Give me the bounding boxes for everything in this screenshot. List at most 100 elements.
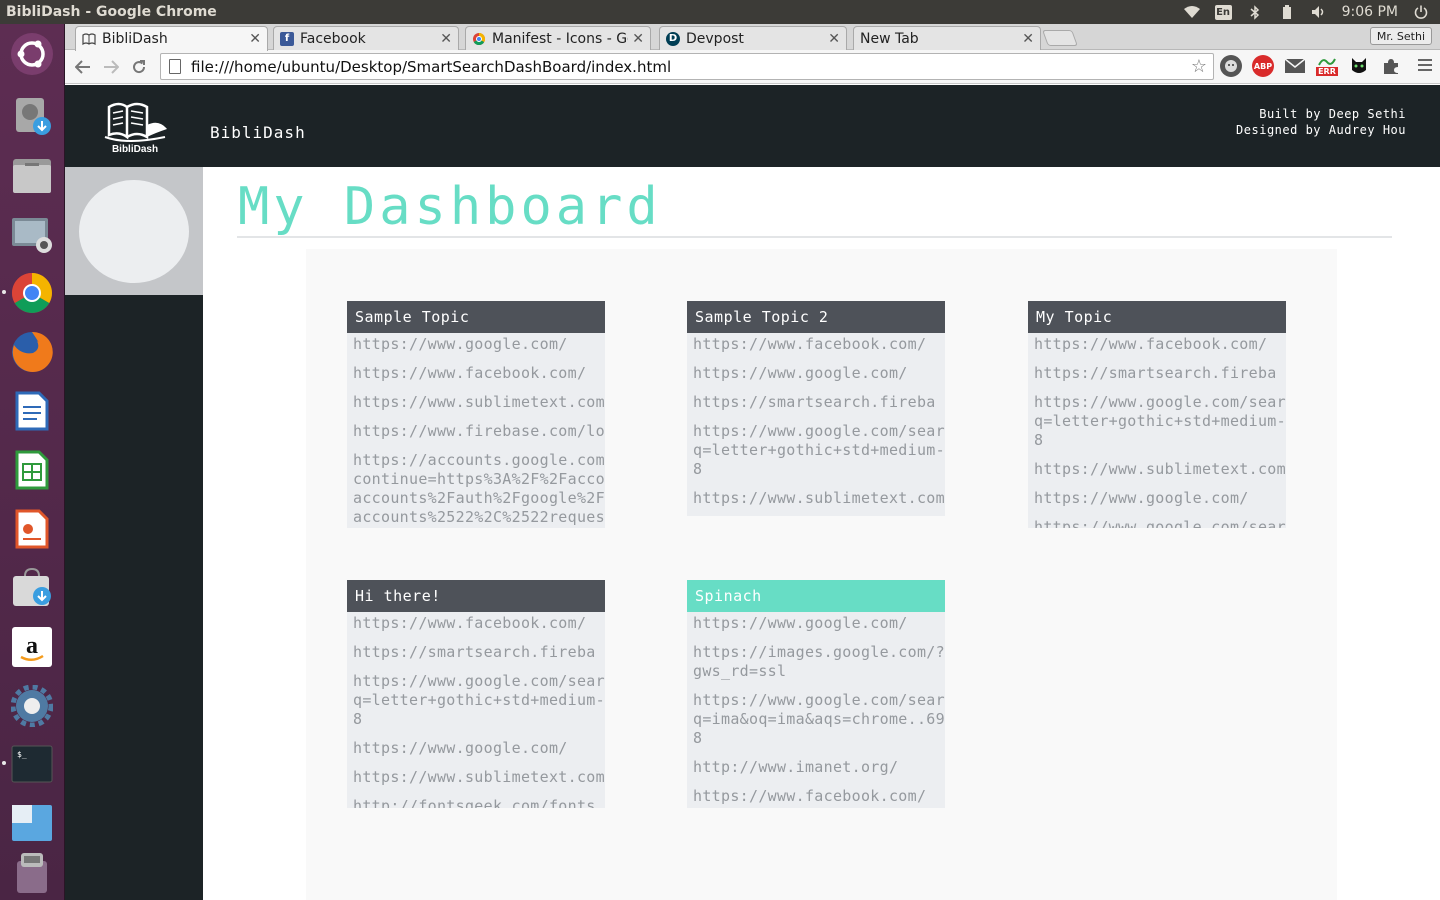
topic-link[interactable]: https://www.google.com/: [1028, 489, 1286, 518]
biblidash-logo[interactable]: BibliDash: [103, 99, 169, 157]
new-tab-button[interactable]: [1042, 30, 1078, 46]
topic-card-title[interactable]: Hi there!: [347, 580, 605, 612]
avatar-container: [65, 167, 203, 295]
reload-button[interactable]: [125, 53, 153, 81]
address-bar[interactable]: file:///home/ubuntu/Desktop/SmartSearchD…: [160, 53, 1214, 80]
close-icon[interactable]: ✕: [249, 31, 261, 47]
topic-link[interactable]: https://www.facebook.com/: [687, 787, 945, 808]
topic-link[interactable]: https://images.google.com/? gws_rd=ssl: [687, 643, 945, 691]
forward-button[interactable]: [97, 53, 125, 81]
power-icon[interactable]: [1412, 4, 1430, 20]
book-icon: [82, 32, 96, 46]
impress-icon[interactable]: [9, 506, 55, 552]
topic-link[interactable]: https://www.google.com/sear q=ima&oq=ima…: [687, 691, 945, 758]
reload-icon: [133, 59, 146, 73]
adblock-icon[interactable]: ABP: [1252, 55, 1274, 77]
topic-link[interactable]: https://www.google.com/sear q=letter+got…: [1028, 393, 1286, 460]
volume-icon[interactable]: [1310, 4, 1328, 20]
topic-link[interactable]: https://smartsearch.fireba: [687, 393, 945, 422]
calc-icon[interactable]: [9, 447, 55, 493]
topic-card-title[interactable]: Sample Topic: [347, 301, 605, 333]
cat-extension-icon[interactable]: [1348, 55, 1370, 77]
topic-link[interactable]: https://smartsearch.fireba: [1028, 364, 1286, 393]
topic-link[interactable]: https://www.sublimetext.com: [687, 489, 945, 516]
close-icon[interactable]: ✕: [828, 31, 840, 47]
topic-link[interactable]: https://www.sublimetext.com: [1028, 460, 1286, 489]
topic-link[interactable]: http://fontsgeek.com/fonts: [347, 797, 605, 808]
topic-card-title[interactable]: Spinach: [687, 580, 945, 612]
close-icon[interactable]: ✕: [1022, 31, 1034, 47]
tab-manifest-icons[interactable]: Manifest - Icons - Goo ✕: [465, 26, 651, 50]
error-extension-icon[interactable]: ERR: [1316, 55, 1338, 77]
topic-link[interactable]: https://www.google.com/sear q=letter+got…: [687, 422, 945, 489]
trash-icon[interactable]: [9, 850, 55, 896]
topic-link[interactable]: https://www.google.com/: [687, 364, 945, 393]
topic-link[interactable]: https://www.google.com/sear: [1028, 518, 1286, 528]
bookmark-star-icon[interactable]: ☆: [1191, 56, 1213, 77]
topic-link[interactable]: https://www.facebook.com/: [687, 335, 945, 364]
topic-link[interactable]: https://www.facebook.com/: [347, 364, 605, 393]
bluetooth-icon[interactable]: [1246, 4, 1264, 20]
topic-link[interactable]: https://smartsearch.fireba: [347, 643, 605, 672]
ghost-extension-icon[interactable]: [1220, 55, 1242, 77]
topic-link[interactable]: https://accounts.google.com continue=htt…: [347, 451, 605, 528]
wifi-icon[interactable]: [1183, 4, 1201, 20]
sidebar: [65, 167, 203, 900]
topic-card-title[interactable]: My Topic: [1028, 301, 1286, 333]
tab-devpost[interactable]: D Devpost ✕: [659, 26, 847, 50]
topic-link[interactable]: https://www.google.com/: [687, 614, 945, 643]
close-icon[interactable]: ✕: [632, 31, 644, 47]
topic-link[interactable]: https://www.google.com/: [347, 739, 605, 768]
system-tray: En 9:06 PM: [1183, 4, 1440, 20]
topic-card-links: https://www.google.com/ https://images.g…: [687, 612, 945, 808]
avatar[interactable]: [79, 180, 189, 283]
topic-link[interactable]: https://www.facebook.com/: [347, 614, 605, 643]
keyboard-layout-indicator[interactable]: En: [1214, 4, 1232, 20]
topic-card-title[interactable]: Sample Topic 2: [687, 301, 945, 333]
page-icon: [169, 59, 181, 74]
topic-link[interactable]: https://www.facebook.com/: [1028, 335, 1286, 364]
settings-icon[interactable]: [9, 683, 55, 729]
topic-card-highlighted: Spinach https://www.google.com/ https://…: [687, 580, 945, 808]
topics-panel: Sample Topic https://www.google.com/ htt…: [306, 249, 1337, 900]
back-button[interactable]: [69, 53, 97, 81]
chrome-icon[interactable]: [9, 270, 55, 316]
chrome-menu-button[interactable]: [1418, 59, 1432, 74]
topic-link[interactable]: https://www.firebase.com/lo: [347, 422, 605, 451]
browser-toolbar: file:///home/ubuntu/Desktop/SmartSearchD…: [65, 50, 1440, 84]
terminal-icon[interactable]: $_: [9, 741, 55, 787]
topic-card: My Topic https://www.facebook.com/ https…: [1028, 301, 1286, 528]
firefox-icon[interactable]: [9, 329, 55, 375]
close-icon[interactable]: ✕: [440, 31, 452, 47]
window-title: BibliDash - Google Chrome: [6, 4, 217, 20]
writer-icon[interactable]: [9, 388, 55, 434]
topic-link[interactable]: http://www.imanet.org/: [687, 758, 945, 787]
credits-designed-by: Designed by Audrey Hou: [1236, 123, 1406, 137]
files-icon[interactable]: [9, 152, 55, 198]
tab-facebook[interactable]: f Facebook ✕: [273, 26, 459, 50]
ubuntu-dash-icon[interactable]: [9, 31, 55, 77]
software-center-icon[interactable]: [9, 565, 55, 611]
launcher-running-indicator: [2, 290, 6, 294]
topic-link[interactable]: https://www.sublimetext.com: [347, 393, 605, 422]
topic-card-links: https://www.facebook.com/ https://smarts…: [1028, 333, 1286, 528]
disk-installer-icon[interactable]: [9, 93, 55, 139]
clock[interactable]: 9:06 PM: [1342, 4, 1398, 20]
topic-link[interactable]: https://www.google.com/sear q=letter+got…: [347, 672, 605, 739]
puzzle-extension-icon[interactable]: [1380, 55, 1402, 77]
battery-icon[interactable]: [1278, 4, 1296, 20]
top-panel: BibliDash - Google Chrome En 9:06 PM: [0, 0, 1440, 24]
brand-name[interactable]: BibliDash: [210, 123, 306, 142]
topic-link[interactable]: https://www.sublimetext.com: [347, 768, 605, 797]
screenshot-icon[interactable]: [9, 212, 55, 258]
topic-link[interactable]: https://www.google.com/: [347, 335, 605, 364]
profile-button[interactable]: Mr. Sethi: [1369, 27, 1432, 45]
tab-biblidash[interactable]: BibliDash ✕: [75, 26, 268, 51]
mail-icon[interactable]: [1284, 55, 1306, 77]
tab-new-tab[interactable]: New Tab ✕: [853, 26, 1041, 50]
amazon-icon[interactable]: a: [9, 624, 55, 670]
workspaces-icon[interactable]: [9, 800, 55, 846]
url-text[interactable]: file:///home/ubuntu/Desktop/SmartSearchD…: [191, 58, 1191, 76]
site-header: BibliDash BibliDash Built by Deep Sethi …: [65, 85, 1440, 167]
title-divider: [237, 236, 1392, 238]
